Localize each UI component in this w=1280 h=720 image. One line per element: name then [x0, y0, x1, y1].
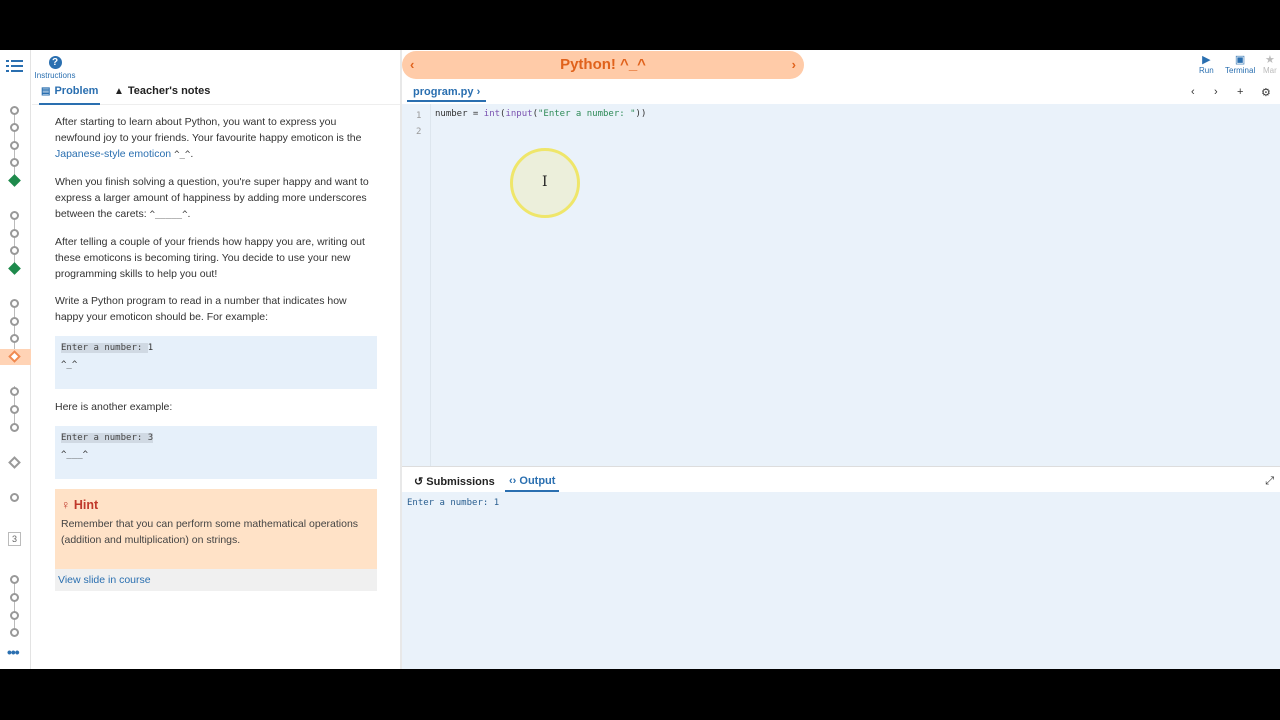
lightbulb-icon: ♀: [61, 498, 71, 512]
hint-box: ♀ Hint Remember that you can perform som…: [55, 489, 377, 569]
instructions-button[interactable]: ? Instructions: [32, 52, 78, 80]
step-node[interactable]: [10, 246, 19, 255]
step-complete-icon[interactable]: [8, 174, 21, 187]
prev-file-icon[interactable]: ‹: [1191, 86, 1195, 98]
step-node[interactable]: [10, 317, 19, 326]
menu-icon[interactable]: [6, 58, 24, 74]
star-icon: ★: [1264, 54, 1275, 66]
example-1-code: Enter a number: 1 ^_^: [55, 336, 377, 389]
code-icon: ‹›: [509, 475, 517, 487]
instructions-pane: ? Instructions ▤ Problem ▲ Teacher's notes…: [32, 50, 400, 669]
tab-teachers-notes-label: Teacher's notes: [127, 85, 211, 97]
step-complete-icon[interactable]: [8, 262, 21, 275]
left-tab-bar: ▤ Problem ▲ Teacher's notes: [32, 81, 400, 105]
tab-problem-label: Problem: [54, 85, 99, 97]
editor-pane: ‹ Python! ^_^ › ▶ Run ▣ Terminal ★ Mar p…: [402, 50, 1280, 669]
tab-problem[interactable]: ▤ Problem: [39, 85, 101, 105]
text-cursor-icon: I: [542, 174, 548, 190]
next-exercise-icon[interactable]: ›: [792, 51, 796, 79]
output-tab-bar: ↺ Submissions ‹› Output ⤢: [402, 466, 1280, 492]
step-node[interactable]: [10, 593, 19, 602]
step-number-badge[interactable]: 3: [8, 532, 21, 546]
step-node[interactable]: [10, 229, 19, 238]
step-node[interactable]: [10, 123, 19, 132]
add-file-icon[interactable]: +: [1237, 86, 1243, 98]
step-node[interactable]: [10, 211, 19, 220]
tab-output[interactable]: ‹› Output: [505, 475, 560, 492]
prev-exercise-icon[interactable]: ‹: [410, 51, 414, 79]
step-checkpoint-icon[interactable]: [8, 456, 21, 469]
step-node[interactable]: [10, 405, 19, 414]
line-number: 2: [416, 127, 422, 137]
problem-paragraph-4: Write a Python program to read in a numb…: [55, 295, 347, 323]
help-icon: ?: [48, 56, 62, 69]
step-node[interactable]: [10, 158, 19, 167]
output-console[interactable]: Enter a number: 1: [407, 498, 499, 508]
problem-paragraph-3: After telling a couple of your friends h…: [55, 236, 365, 280]
step-node[interactable]: [10, 575, 19, 584]
tab-program-py[interactable]: program.py ›: [407, 86, 487, 102]
problem-paragraph-1: After starting to learn about Python, yo…: [55, 116, 362, 160]
play-icon: ▶: [1202, 54, 1211, 66]
line-gutter: 1 2: [402, 104, 431, 466]
step-node[interactable]: [10, 334, 19, 343]
step-node[interactable]: [10, 141, 19, 150]
instructions-label: Instructions: [34, 71, 76, 80]
mark-button[interactable]: ★ Mar: [1263, 53, 1277, 75]
step-node[interactable]: [10, 423, 19, 432]
document-icon: ▤: [41, 86, 51, 97]
exercise-title-bar: ‹ Python! ^_^ ›: [402, 51, 804, 79]
step-node[interactable]: [10, 611, 19, 620]
terminal-button[interactable]: ▣ Terminal: [1225, 53, 1255, 75]
file-tab-bar: program.py › ‹ › + ⚙: [402, 80, 1280, 104]
code-editor[interactable]: 1 2 number = int(input("Enter a number: …: [402, 104, 1280, 466]
problem-paragraph-2: When you finish solving a question, you'…: [55, 176, 369, 220]
top-bar: ‹ Python! ^_^ › ▶ Run ▣ Terminal ★ Mar: [402, 50, 1280, 80]
emoticon-link[interactable]: Japanese-style emoticon: [55, 148, 171, 160]
example-2-code: Enter a number: 3 ^___^: [55, 426, 377, 479]
problem-content: After starting to learn about Python, yo…: [55, 114, 377, 591]
terminal-icon: ▣: [1234, 54, 1246, 66]
step-node[interactable]: [10, 299, 19, 308]
hint-body: Remember that you can perform some mathe…: [61, 518, 359, 546]
exercise-title: Python! ^_^: [560, 56, 646, 73]
tab-submissions[interactable]: ↺ Submissions: [414, 475, 495, 488]
step-node[interactable]: [10, 387, 19, 396]
expand-icon[interactable]: ⤢: [1265, 475, 1274, 488]
problem-paragraph-5: Here is another example:: [55, 401, 173, 413]
code-line-1[interactable]: number = int(input("Enter a number: ")): [435, 109, 646, 119]
hint-title: ♀ Hint: [61, 498, 99, 512]
graduation-cap-icon: ▲: [114, 86, 124, 97]
tab-teachers-notes[interactable]: ▲ Teacher's notes: [114, 85, 210, 105]
next-file-icon[interactable]: ›: [1214, 86, 1218, 98]
step-node[interactable]: [10, 493, 19, 502]
app-window: 3 ••• ? Instructions ▤ Problem ▲ Teacher's…: [0, 50, 1280, 669]
view-slide-link[interactable]: View slide in course: [55, 569, 377, 591]
settings-gear-icon[interactable]: ⚙: [1261, 86, 1271, 99]
run-button[interactable]: ▶ Run: [1199, 53, 1214, 75]
step-node[interactable]: [10, 106, 19, 115]
step-node[interactable]: [10, 628, 19, 637]
line-number: 1: [416, 111, 422, 121]
progress-rail: 3 •••: [0, 50, 31, 669]
history-icon: ↺: [414, 476, 424, 488]
more-icon[interactable]: •••: [7, 644, 20, 660]
